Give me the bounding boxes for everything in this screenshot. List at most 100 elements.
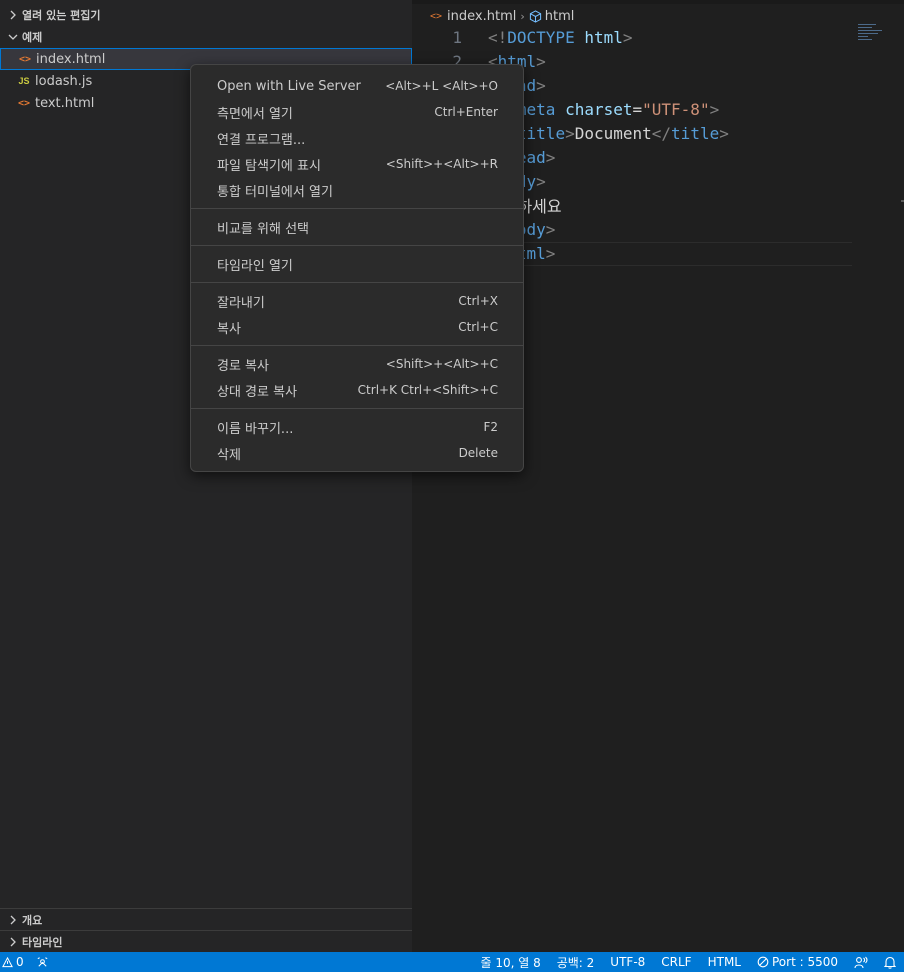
file-name: lodash.js xyxy=(35,73,93,89)
live-server-port[interactable]: Port : 5500 xyxy=(757,955,838,969)
chevron-right-icon xyxy=(6,935,20,949)
minimap[interactable] xyxy=(858,24,898,48)
bell-icon[interactable] xyxy=(884,956,896,969)
menu-item-cut[interactable]: 잘라내기 Ctrl+X xyxy=(191,288,523,314)
breadcrumb-element[interactable]: html xyxy=(545,9,575,24)
feedback-icon[interactable] xyxy=(854,956,868,969)
menu-separator xyxy=(191,282,523,283)
folder-header-example[interactable]: 예제 xyxy=(0,26,412,48)
menu-item-copy-path[interactable]: 경로 복사 <Shift>+<Alt>+C xyxy=(191,351,523,377)
indentation[interactable]: 공백: 2 xyxy=(557,954,595,971)
warning-icon xyxy=(2,956,13,968)
menu-item-shortcut: Ctrl+X xyxy=(458,294,498,308)
menu-separator xyxy=(191,408,523,409)
menu-item-copy[interactable]: 복사 Ctrl+C xyxy=(191,314,523,340)
status-bar: 0 줄 10, 열 8 공백: 2 UTF-8 CRLF HTML Port :… xyxy=(0,952,904,972)
problems-count: 0 xyxy=(16,955,24,969)
html-file-icon: <> xyxy=(18,53,32,65)
token: > xyxy=(536,75,546,95)
port-label: Port : 5500 xyxy=(772,955,838,969)
chevron-right-icon xyxy=(6,8,20,22)
token: > xyxy=(545,147,556,167)
token: > xyxy=(719,123,729,143)
menu-item-label: 측면에서 열기 xyxy=(217,106,293,122)
js-file-icon: JS xyxy=(18,76,30,86)
menu-separator xyxy=(191,245,523,246)
editor-tab-strip xyxy=(412,0,904,4)
token: </ xyxy=(651,123,672,143)
menu-item-label: 경로 복사 xyxy=(217,358,269,374)
cube-icon xyxy=(529,9,542,23)
open-editors-header[interactable]: 열려 있는 편집기 xyxy=(0,4,412,26)
menu-item-label: 연결 프로그램... xyxy=(217,132,306,148)
encoding[interactable]: UTF-8 xyxy=(610,955,645,969)
html-file-icon: <> xyxy=(430,10,443,22)
open-editors-label: 열려 있는 편집기 xyxy=(22,9,101,22)
file-name: index.html xyxy=(36,51,106,67)
code-line: 1 <!DOCTYPE html> xyxy=(412,25,852,49)
menu-item-shortcut: Ctrl+K Ctrl+<Shift>+C xyxy=(357,383,498,397)
context-menu: Open with Live Server <Alt>+L <Alt>+O 측면에… xyxy=(190,64,524,472)
menu-item-label: 삭제 xyxy=(217,447,241,463)
menu-item-label: 상대 경로 복사 xyxy=(217,384,298,400)
menu-item-select-for-compare[interactable]: 비교를 위해 선택 xyxy=(191,214,523,240)
menu-item-open-with[interactable]: 연결 프로그램... xyxy=(191,125,523,151)
cursor-position[interactable]: 줄 10, 열 8 xyxy=(480,954,540,971)
token: > xyxy=(622,27,633,47)
menu-item-label: 비교를 위해 선택 xyxy=(217,221,309,237)
circle-slash-icon xyxy=(757,956,769,968)
line-ending[interactable]: CRLF xyxy=(661,955,691,969)
breadcrumb: <> index.html › html xyxy=(430,6,574,26)
token: > xyxy=(545,219,556,239)
breadcrumb-file[interactable]: index.html xyxy=(447,9,516,24)
token: html xyxy=(574,27,623,47)
outline-label: 개요 xyxy=(22,913,43,927)
menu-item-label: 타임라인 열기 xyxy=(217,258,293,274)
token: > xyxy=(565,123,575,143)
menu-item-open-timeline[interactable]: 타임라인 열기 xyxy=(191,251,523,277)
token: charset xyxy=(555,99,633,119)
menu-item-shortcut: Ctrl+Enter xyxy=(434,105,498,119)
menu-item-open-in-terminal[interactable]: 통합 터미널에서 열기 xyxy=(191,177,523,203)
token: Document xyxy=(574,123,652,143)
menu-item-copy-relative-path[interactable]: 상대 경로 복사 Ctrl+K Ctrl+<Shift>+C xyxy=(191,377,523,403)
menu-separator xyxy=(191,208,523,209)
menu-item-shortcut: <Shift>+<Alt>+C xyxy=(385,357,498,371)
token: title xyxy=(516,123,566,143)
menu-item-open-live-server[interactable]: Open with Live Server <Alt>+L <Alt>+O xyxy=(191,73,523,99)
menu-item-label: 복사 xyxy=(217,321,241,337)
file-name: text.html xyxy=(35,95,95,111)
html-file-icon: <> xyxy=(17,97,31,109)
ports-forward-button[interactable] xyxy=(36,956,52,969)
token: > xyxy=(709,99,720,119)
problems-indicator[interactable]: 0 xyxy=(2,955,24,969)
chevron-right-icon xyxy=(6,913,20,927)
timeline-header[interactable]: 타임라인 xyxy=(0,930,412,952)
menu-item-shortcut: <Alt>+L <Alt>+O xyxy=(385,79,498,93)
token: > xyxy=(536,171,546,191)
menu-item-rename[interactable]: 이름 바꾸기... F2 xyxy=(191,414,523,440)
menu-item-shortcut: Ctrl+C xyxy=(458,320,498,334)
token: > xyxy=(545,243,556,263)
menu-item-reveal-in-explorer[interactable]: 파일 탐색기에 표시 <Shift>+<Alt>+R xyxy=(191,151,523,177)
line-number: 1 xyxy=(452,27,462,47)
menu-item-label: 통합 터미널에서 열기 xyxy=(217,184,333,200)
menu-item-shortcut: <Shift>+<Alt>+R xyxy=(385,157,498,171)
menu-item-shortcut: Delete xyxy=(458,446,498,460)
outline-header[interactable]: 개요 xyxy=(0,908,412,930)
token: DOCTYPE xyxy=(507,27,575,47)
menu-item-shortcut: F2 xyxy=(483,420,498,434)
token: = xyxy=(632,99,643,119)
token: "UTF-8" xyxy=(642,99,710,119)
menu-item-open-to-side[interactable]: 측면에서 열기 Ctrl+Enter xyxy=(191,99,523,125)
chevron-right-icon: › xyxy=(520,9,525,23)
folder-label: 예제 xyxy=(22,31,43,44)
menu-item-label: 파일 탐색기에 표시 xyxy=(217,158,321,174)
menu-item-label: Open with Live Server xyxy=(217,78,361,94)
token: <! xyxy=(488,27,508,47)
language-mode[interactable]: HTML xyxy=(708,955,741,969)
chevron-down-icon xyxy=(6,30,20,44)
menu-item-delete[interactable]: 삭제 Delete xyxy=(191,440,523,466)
timeline-label: 타임라인 xyxy=(22,935,63,949)
menu-separator xyxy=(191,345,523,346)
